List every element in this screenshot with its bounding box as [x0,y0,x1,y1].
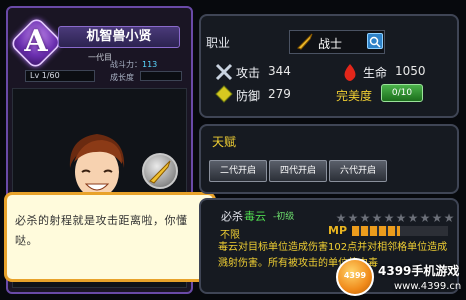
combat-power-label: 战斗力： [110,60,142,69]
attack-value: 344 [268,64,291,78]
attack-label: 攻击 [236,66,261,80]
attack-icon [215,63,233,81]
watermark-url: www.4399.cn [394,281,462,292]
hp-value: 1050 [395,64,426,78]
skill-cost: 不限 [220,230,240,241]
mp-label: MP [328,224,348,237]
growth-label: 成长度 [110,73,134,82]
skill-star: ★ [335,211,347,225]
hp-label: 生命 [363,66,388,80]
class-sword-icon[interactable] [142,153,178,189]
talent-panel [199,124,459,194]
skill-star: ★ [431,211,443,225]
watermark-logo-text: 4399 [343,271,367,280]
skill-star: ★ [443,211,455,225]
generation-label: 一代目 [88,53,112,62]
watermark-title: 4399手机游戏 [378,264,460,278]
mp-bar-fill [352,226,400,236]
skill-star: ★ [407,211,419,225]
job-label: 职业 [206,36,231,50]
growth-bar [140,71,182,81]
defense-value: 279 [268,87,291,101]
skill-star: ★ [359,211,371,225]
skill-star: ★ [371,211,383,225]
talent-title: 天赋 [212,135,237,149]
skill-star: ★ [395,211,407,225]
talent-gen6-button[interactable]: 六代开启 [329,160,387,182]
skill-star: ★ [419,211,431,225]
hero-name: 机智兽小贤 [58,26,180,48]
skill-name: 毒云 [244,210,266,223]
talent-gen2-button[interactable]: 二代开启 [209,160,267,182]
hp-icon [344,64,356,81]
dialog-box[interactable]: 必杀的射程就是攻击距离啦，你懂哒。 [4,192,216,282]
search-icon [369,36,381,48]
talent-gen4-button[interactable]: 四代开启 [269,160,327,182]
skill-stars: ★★★★★★★★★★ [335,207,455,226]
perfection-label: 完美度 [336,89,373,103]
skill-star: ★ [383,211,395,225]
defense-label: 防御 [236,89,261,103]
defense-icon [215,85,233,103]
rank-letter: A [24,24,48,59]
combat-power-value: 113 [142,60,158,69]
watermark: 4399 4399手机游戏 www.4399.cn [336,254,464,298]
combat-power: 战斗力：113 [110,59,157,70]
skill-level: -初级 [273,212,295,222]
level-display: Lv 1/60 [25,70,95,82]
sword-icon [297,33,313,50]
search-button[interactable] [367,33,383,49]
job-value: 战士 [318,37,343,51]
mp-bar [352,226,448,236]
skill-star: ★ [347,211,359,225]
skill-type: 必杀 [221,210,243,223]
perfection-button[interactable]: 0/10 [381,84,423,102]
